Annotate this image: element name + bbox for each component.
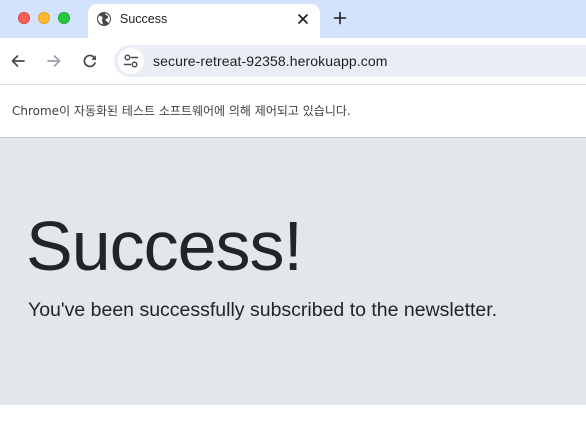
reload-icon[interactable] <box>81 52 99 70</box>
globe-icon <box>97 12 111 26</box>
success-message: You've been successfully subscribed to t… <box>28 299 498 321</box>
jumbotron: Success! You've been successfully subscr… <box>0 138 586 405</box>
close-icon[interactable] <box>296 12 310 26</box>
tab-active[interactable]: Success <box>88 4 320 38</box>
tab-title: Success <box>120 12 168 26</box>
back-arrow-icon[interactable] <box>9 52 27 70</box>
automation-infobar: Chrome이 자동화된 테스트 소프트웨어에 의해 제어되고 있습니다. <box>0 84 586 137</box>
infobar-message: Chrome이 자동화된 테스트 소프트웨어에 의해 제어되고 있습니다. <box>12 104 351 118</box>
address-bar[interactable]: secure-retreat-92358.herokuapp.com <box>114 45 586 77</box>
window-close-button[interactable] <box>18 12 30 24</box>
site-info-button[interactable] <box>118 48 144 74</box>
page-body <box>0 405 586 423</box>
tab-strip: Success <box>0 0 586 38</box>
page-title: Success! <box>26 207 303 285</box>
browser-toolbar: secure-retreat-92358.herokuapp.com <box>0 38 586 84</box>
window-minimize-button[interactable] <box>38 12 50 24</box>
window-zoom-button[interactable] <box>58 12 70 24</box>
url-text: secure-retreat-92358.herokuapp.com <box>153 53 388 69</box>
tune-icon <box>123 54 139 68</box>
plus-icon[interactable] <box>332 10 348 26</box>
forward-arrow-icon[interactable] <box>45 52 63 70</box>
